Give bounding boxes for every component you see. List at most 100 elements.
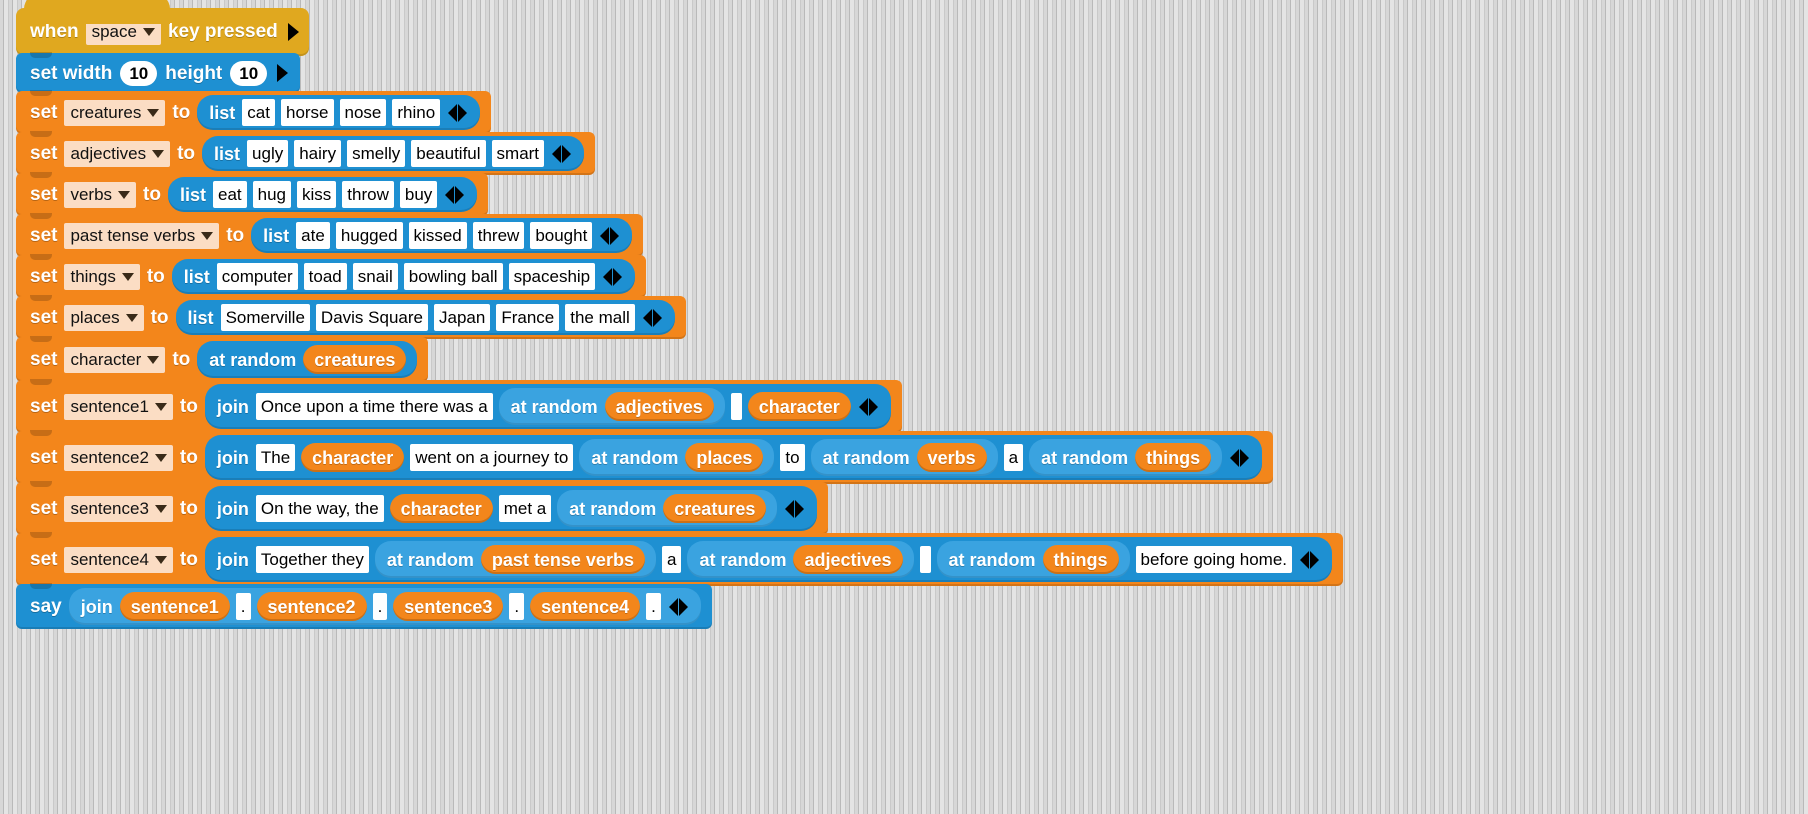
left-arrow-icon[interactable]	[785, 499, 795, 518]
list-item-input[interactable]: hairy	[294, 140, 342, 167]
left-arrow-icon[interactable]	[1300, 550, 1310, 569]
set-width-height-block[interactable]: set width 10 height 10	[16, 52, 301, 93]
at-random-reporter[interactable]: at random things	[936, 541, 1130, 578]
variable-dropdown-creatures[interactable]: creatures	[64, 99, 166, 126]
join-arrows[interactable]	[1230, 448, 1250, 467]
text-input-slot[interactable]: met a	[498, 495, 552, 522]
set-sentence1-block[interactable]: set sentence1 to join Once upon a time there…	[16, 379, 902, 433]
join-arrows[interactable]	[785, 499, 805, 518]
set-list-block-places[interactable]: set places to list Somerville Davis Square Jap…	[16, 295, 686, 339]
at-random-reporter[interactable]: at random adjectives	[498, 388, 725, 425]
list-item-input[interactable]: bowling ball	[403, 263, 503, 290]
variable-dropdown-sentence3[interactable]: sentence3	[64, 495, 173, 522]
join-reporter[interactable]: join The character went on a journey to at r…	[204, 435, 1263, 480]
join-reporter[interactable]: join sentence1. sentence2. sentence3. sente…	[68, 588, 701, 625]
join-arrows[interactable]	[858, 397, 878, 416]
text-input-slot[interactable]: .	[646, 593, 661, 620]
right-arrow-icon[interactable]	[678, 597, 688, 616]
variable-reporter[interactable]: sentence3	[393, 592, 504, 621]
list-item-input[interactable]: nose	[339, 99, 387, 126]
at-random-reporter[interactable]: at random creatures	[197, 341, 418, 378]
list-reporter[interactable]: list Somerville Davis Square Japan France the…	[175, 300, 675, 335]
variable-reporter[interactable]: adjectives	[793, 545, 903, 574]
left-arrow-icon[interactable]	[603, 267, 613, 286]
list-arrows[interactable]	[445, 185, 465, 204]
list-arrows[interactable]	[600, 226, 620, 245]
join-arrows[interactable]	[1300, 550, 1320, 569]
variable-dropdown-things[interactable]: things	[64, 263, 140, 290]
at-random-reporter[interactable]: at random things	[1029, 439, 1223, 476]
variable-dropdown-verbs[interactable]: verbs	[64, 181, 137, 208]
variable-reporter[interactable]: character	[389, 494, 493, 523]
width-input[interactable]: 10	[120, 60, 158, 86]
text-input-slot[interactable]: before going home.	[1135, 546, 1293, 573]
list-item-input[interactable]: smelly	[347, 140, 406, 167]
text-input-slot[interactable]: Together they	[255, 546, 369, 573]
list-item-input[interactable]: kiss	[297, 181, 337, 208]
list-item-input[interactable]: ate	[296, 222, 330, 249]
list-item-input[interactable]: toad	[303, 263, 347, 290]
variable-dropdown-sentence2[interactable]: sentence2	[64, 444, 173, 471]
right-arrow-icon[interactable]	[1240, 448, 1250, 467]
variable-reporter[interactable]: character	[301, 443, 405, 472]
list-reporter[interactable]: list ugly hairy smelly beautiful smart	[202, 136, 585, 171]
variable-dropdown-places[interactable]: places	[64, 304, 144, 331]
variable-reporter[interactable]: sentence4	[530, 592, 641, 621]
variable-reporter[interactable]: creatures	[663, 494, 767, 523]
right-arrow-icon[interactable]	[277, 64, 289, 82]
right-arrow-icon[interactable]	[455, 185, 465, 204]
list-item-input[interactable]: hug	[252, 181, 292, 208]
at-random-reporter[interactable]: at random adjectives	[687, 541, 914, 578]
right-arrow-icon[interactable]	[868, 397, 878, 416]
list-arrows[interactable]	[448, 103, 468, 122]
variable-dropdown-character[interactable]: character	[64, 346, 166, 373]
right-arrow-icon[interactable]	[287, 23, 299, 41]
text-input-slot[interactable]: .	[372, 593, 388, 620]
set-sentence2-block[interactable]: set sentence2 to join The character went on a …	[16, 430, 1274, 484]
list-item-input[interactable]: France	[496, 304, 560, 331]
list-item-input[interactable]: horse	[280, 99, 334, 126]
text-input-slot[interactable]	[919, 546, 931, 573]
join-reporter[interactable]: join On the way, the character met a at rand…	[204, 486, 818, 531]
list-item-input[interactable]: Japan	[433, 304, 491, 331]
right-arrow-icon[interactable]	[562, 144, 572, 163]
text-input-slot[interactable]: On the way, the	[255, 495, 384, 522]
set-list-block-past-tense-verbs[interactable]: set past tense verbs to list ate hugged kissed…	[16, 213, 644, 257]
hat-block-when-key-pressed[interactable]: when space key pressed	[16, 0, 309, 56]
variable-reporter[interactable]: sentence1	[119, 592, 230, 621]
right-arrow-icon[interactable]	[610, 226, 620, 245]
variable-dropdown-adjectives[interactable]: adjectives	[64, 140, 171, 167]
list-item-input[interactable]: snail	[352, 263, 398, 290]
variable-dropdown-sentence1[interactable]: sentence1	[64, 393, 173, 420]
set-sentence3-block[interactable]: set sentence3 to join On the way, the charact…	[16, 481, 829, 535]
variable-reporter[interactable]: past tense verbs	[480, 545, 645, 574]
variable-reporter[interactable]: things	[1042, 545, 1119, 574]
text-input-slot[interactable]: Once upon a time there was a	[255, 393, 493, 420]
variable-reporter[interactable]: creatures	[303, 345, 407, 374]
text-input-slot[interactable]: went on a journey to	[410, 444, 574, 471]
list-item-input[interactable]: bought	[530, 222, 593, 249]
left-arrow-icon[interactable]	[445, 185, 455, 204]
variable-reporter[interactable]: adjectives	[604, 392, 714, 421]
join-reporter[interactable]: join Once upon a time there was a at rando…	[204, 384, 891, 429]
list-reporter[interactable]: list computer toad snail bowling ball spacesh…	[171, 259, 636, 294]
text-input-slot[interactable]: .	[235, 593, 251, 620]
left-arrow-icon[interactable]	[448, 103, 458, 122]
block-script[interactable]: when space key pressed set width 10 heig…	[16, 0, 1344, 629]
set-list-block-adjectives[interactable]: set adjectives to list ugly hairy smelly beauti…	[16, 131, 596, 175]
text-input-slot[interactable]	[730, 393, 742, 420]
at-random-reporter[interactable]: at random places	[579, 439, 775, 476]
set-list-block-verbs[interactable]: set verbs to list eat hug kiss throw buy	[16, 172, 489, 216]
right-arrow-icon[interactable]	[613, 267, 623, 286]
variable-reporter[interactable]: things	[1135, 443, 1212, 472]
left-arrow-icon[interactable]	[552, 144, 562, 163]
join-arrows[interactable]	[668, 597, 688, 616]
list-item-input[interactable]: buy	[399, 181, 438, 208]
variable-dropdown-sentence4[interactable]: sentence4	[64, 546, 173, 573]
text-input-slot[interactable]: to	[780, 444, 805, 471]
join-reporter[interactable]: join Together they at random past tense ver…	[204, 537, 1333, 582]
list-item-input[interactable]: spaceship	[508, 263, 596, 290]
left-arrow-icon[interactable]	[1230, 448, 1240, 467]
height-input[interactable]: 10	[230, 60, 268, 86]
set-sentence4-block[interactable]: set sentence4 to join Together they at random…	[16, 532, 1344, 586]
